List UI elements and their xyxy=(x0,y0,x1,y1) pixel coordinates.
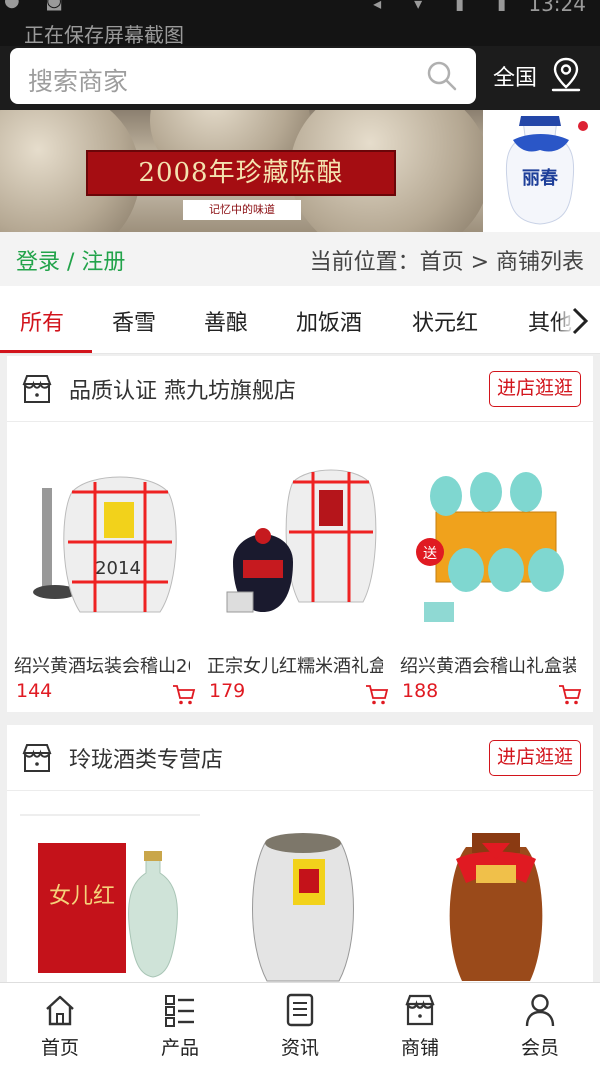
shop-header: 品质认证 燕九坊旗舰店 进店逛逛 xyxy=(7,356,593,422)
product-image xyxy=(449,833,543,981)
product-image: 2014 xyxy=(33,476,177,613)
shop-name[interactable]: 品质认证 燕九坊旗舰店 xyxy=(69,373,296,405)
bottle-label: 丽春 xyxy=(522,167,559,189)
nav-products[interactable]: 产品 xyxy=(120,983,240,1067)
chevron-right-icon xyxy=(572,307,589,335)
bottom-nav: 首页 产品 资讯 商铺 会员 xyxy=(0,982,600,1067)
svg-text:送: 送 xyxy=(423,546,437,562)
store-icon xyxy=(22,375,52,403)
tab-zhuangyuanhong[interactable]: 状元红 xyxy=(412,305,478,337)
product-image xyxy=(252,833,354,982)
tab-all[interactable]: 所有 xyxy=(20,305,64,337)
product-item[interactable] xyxy=(207,813,397,982)
svg-text:2014: 2014 xyxy=(95,558,141,579)
cart-icon[interactable] xyxy=(172,684,196,706)
shop-name[interactable]: 玲珑酒类专营店 xyxy=(69,742,223,774)
breadcrumb: 当前位置：首页 > 商铺列表 xyxy=(309,250,584,275)
login-register-link[interactable]: 登录 / 注册 xyxy=(16,244,125,276)
location-icon[interactable] xyxy=(550,56,582,92)
notification-icons: ● ◙ xyxy=(4,0,73,11)
nav-home[interactable]: 首页 xyxy=(0,983,120,1067)
nav-label: 产品 xyxy=(160,1037,199,1059)
shop-card: 品质认证 燕九坊旗舰店 进店逛逛 2014 绍兴黄酒坛装会稽山2014 144 xyxy=(7,356,593,712)
tab-shanniang[interactable]: 善酿 xyxy=(204,305,248,337)
status-time: 13:24 xyxy=(528,0,586,16)
active-tab-indicator xyxy=(0,350,92,353)
user-icon xyxy=(525,994,555,1027)
tabs-scroll-right[interactable] xyxy=(560,286,600,353)
banner-headline-ribbon: 2008年珍藏陈酿 xyxy=(86,150,396,196)
product-price: 179 xyxy=(209,680,246,702)
product-title: 绍兴黄酒坛装会稽山2014 xyxy=(14,656,190,677)
nav-news[interactable]: 资讯 xyxy=(240,983,360,1067)
promo-banner[interactable]: 2008年珍藏陈酿 记忆中的味道 丽春 xyxy=(0,110,600,232)
list-icon xyxy=(165,995,194,1027)
svg-text:女儿红: 女儿红 xyxy=(49,884,115,909)
bottle-illustration: 丽春 xyxy=(505,116,588,225)
category-tabs: 所有 香雪 善酿 加饭酒 状元红 其他 xyxy=(0,286,600,354)
shop-card: 玲珑酒类专营店 进店逛逛 女儿红 xyxy=(7,725,593,982)
nav-label: 首页 xyxy=(40,1037,79,1059)
banner-subline: 记忆中的味道 xyxy=(183,200,301,220)
product-item[interactable]: 送 绍兴黄酒会稽山礼盒装 188 xyxy=(400,452,590,705)
product-price: 144 xyxy=(16,680,53,702)
news-icon xyxy=(286,993,314,1027)
product-image xyxy=(226,469,377,613)
product-image: 女儿红 xyxy=(20,814,200,978)
banner-bottle-image: 丽春 xyxy=(483,110,600,232)
breadcrumb-bar: 登录 / 注册 当前位置：首页 > 商铺列表 xyxy=(0,232,600,286)
product-title: 正宗女儿红糯米酒礼盒 xyxy=(207,656,383,677)
tab-jiafanjiu[interactable]: 加饭酒 xyxy=(296,305,362,337)
cart-icon[interactable] xyxy=(558,684,582,706)
home-icon xyxy=(46,995,74,1026)
search-placeholder: 搜索商家 xyxy=(28,67,129,96)
signal-icons: ◂ ▾ ▮ ▮ xyxy=(373,0,520,13)
nav-member[interactable]: 会员 xyxy=(480,983,600,1067)
product-image: 送 xyxy=(416,472,564,622)
shop-header: 玲珑酒类专营店 进店逛逛 xyxy=(7,725,593,791)
product-title: 绍兴黄酒会稽山礼盒装 xyxy=(400,656,576,677)
nav-label: 资讯 xyxy=(280,1037,319,1059)
product-item[interactable]: 正宗女儿红糯米酒礼盒 179 xyxy=(207,452,397,705)
product-item[interactable]: 女儿红 xyxy=(14,813,204,982)
region-selector[interactable]: 全国 xyxy=(493,60,537,92)
product-price: 188 xyxy=(402,680,439,702)
nav-label: 会员 xyxy=(520,1037,559,1059)
banner-headline: 2008年珍藏陈酿 xyxy=(138,158,344,188)
status-notice: 正在保存屏幕截图 xyxy=(24,23,184,47)
top-header: 搜索商家 全国 xyxy=(0,46,600,110)
enter-shop-button[interactable]: 进店逛逛 xyxy=(488,740,581,776)
nav-stores[interactable]: 商铺 xyxy=(360,983,480,1067)
search-icon[interactable] xyxy=(426,60,458,92)
enter-shop-button[interactable]: 进店逛逛 xyxy=(488,371,581,407)
tab-xiangxue[interactable]: 香雪 xyxy=(112,305,156,337)
nav-label: 商铺 xyxy=(400,1037,439,1059)
product-item[interactable] xyxy=(400,813,590,982)
search-input[interactable]: 搜索商家 xyxy=(10,48,476,104)
status-bar: ● ◙ 正在保存屏幕截图 ◂ ▾ ▮ ▮ 13:24 xyxy=(0,0,600,46)
store-icon xyxy=(405,994,435,1026)
cart-icon[interactable] xyxy=(365,684,389,706)
store-icon xyxy=(22,744,52,772)
product-item[interactable]: 2014 绍兴黄酒坛装会稽山2014 144 xyxy=(14,452,204,705)
